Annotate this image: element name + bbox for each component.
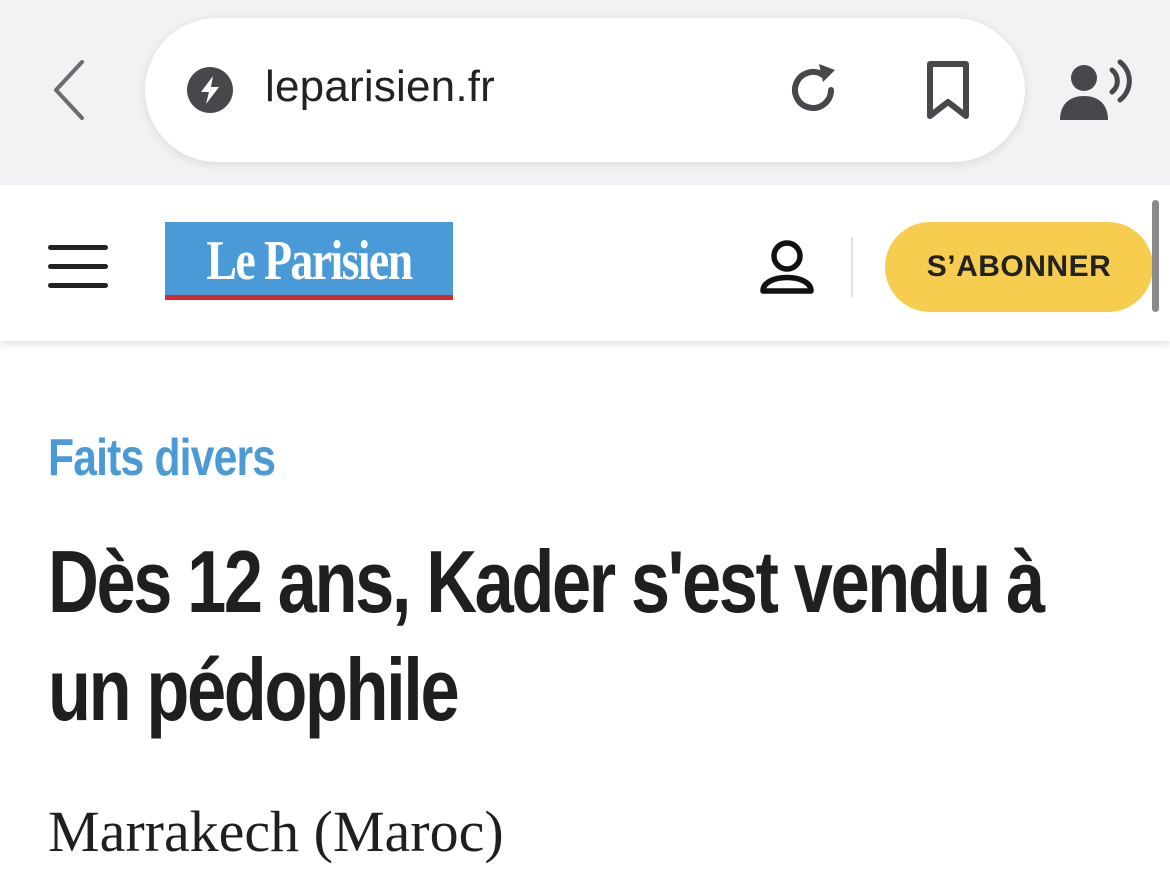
url-text[interactable]: leparisien.fr — [265, 62, 495, 112]
subscribe-button[interactable]: S’ABONNER — [885, 222, 1153, 312]
site-logo[interactable]: Le Parisien — [165, 222, 453, 300]
reload-icon — [792, 64, 835, 111]
bookmark-button[interactable] — [920, 60, 976, 120]
logo-stripe — [165, 295, 453, 300]
article-headline: Dès 12 ans, Kader s'est vendu à un pédop… — [48, 532, 1045, 739]
bolt-icon — [187, 67, 233, 113]
menu-icon[interactable] — [48, 245, 108, 289]
scrollbar[interactable] — [1152, 200, 1159, 312]
site-header: Le Parisien S’ABONNER — [0, 185, 1170, 341]
reader-button[interactable] — [1058, 58, 1138, 124]
address-bar[interactable]: leparisien.fr — [145, 18, 1025, 162]
article-dateline: Marrakech (Maroc) — [48, 799, 504, 864]
chevron-left-icon — [54, 60, 84, 120]
account-button[interactable] — [758, 237, 816, 297]
speaking-person-icon — [1060, 59, 1132, 120]
header-divider — [851, 237, 853, 297]
back-button[interactable] — [40, 55, 100, 125]
bookmark-icon — [927, 61, 969, 119]
user-icon — [760, 240, 814, 294]
reload-button[interactable] — [785, 60, 845, 120]
browser-toolbar: leparisien.fr — [0, 0, 1170, 185]
section-link[interactable]: Faits divers — [48, 428, 276, 488]
logo-text: Le Parisien — [206, 230, 413, 292]
